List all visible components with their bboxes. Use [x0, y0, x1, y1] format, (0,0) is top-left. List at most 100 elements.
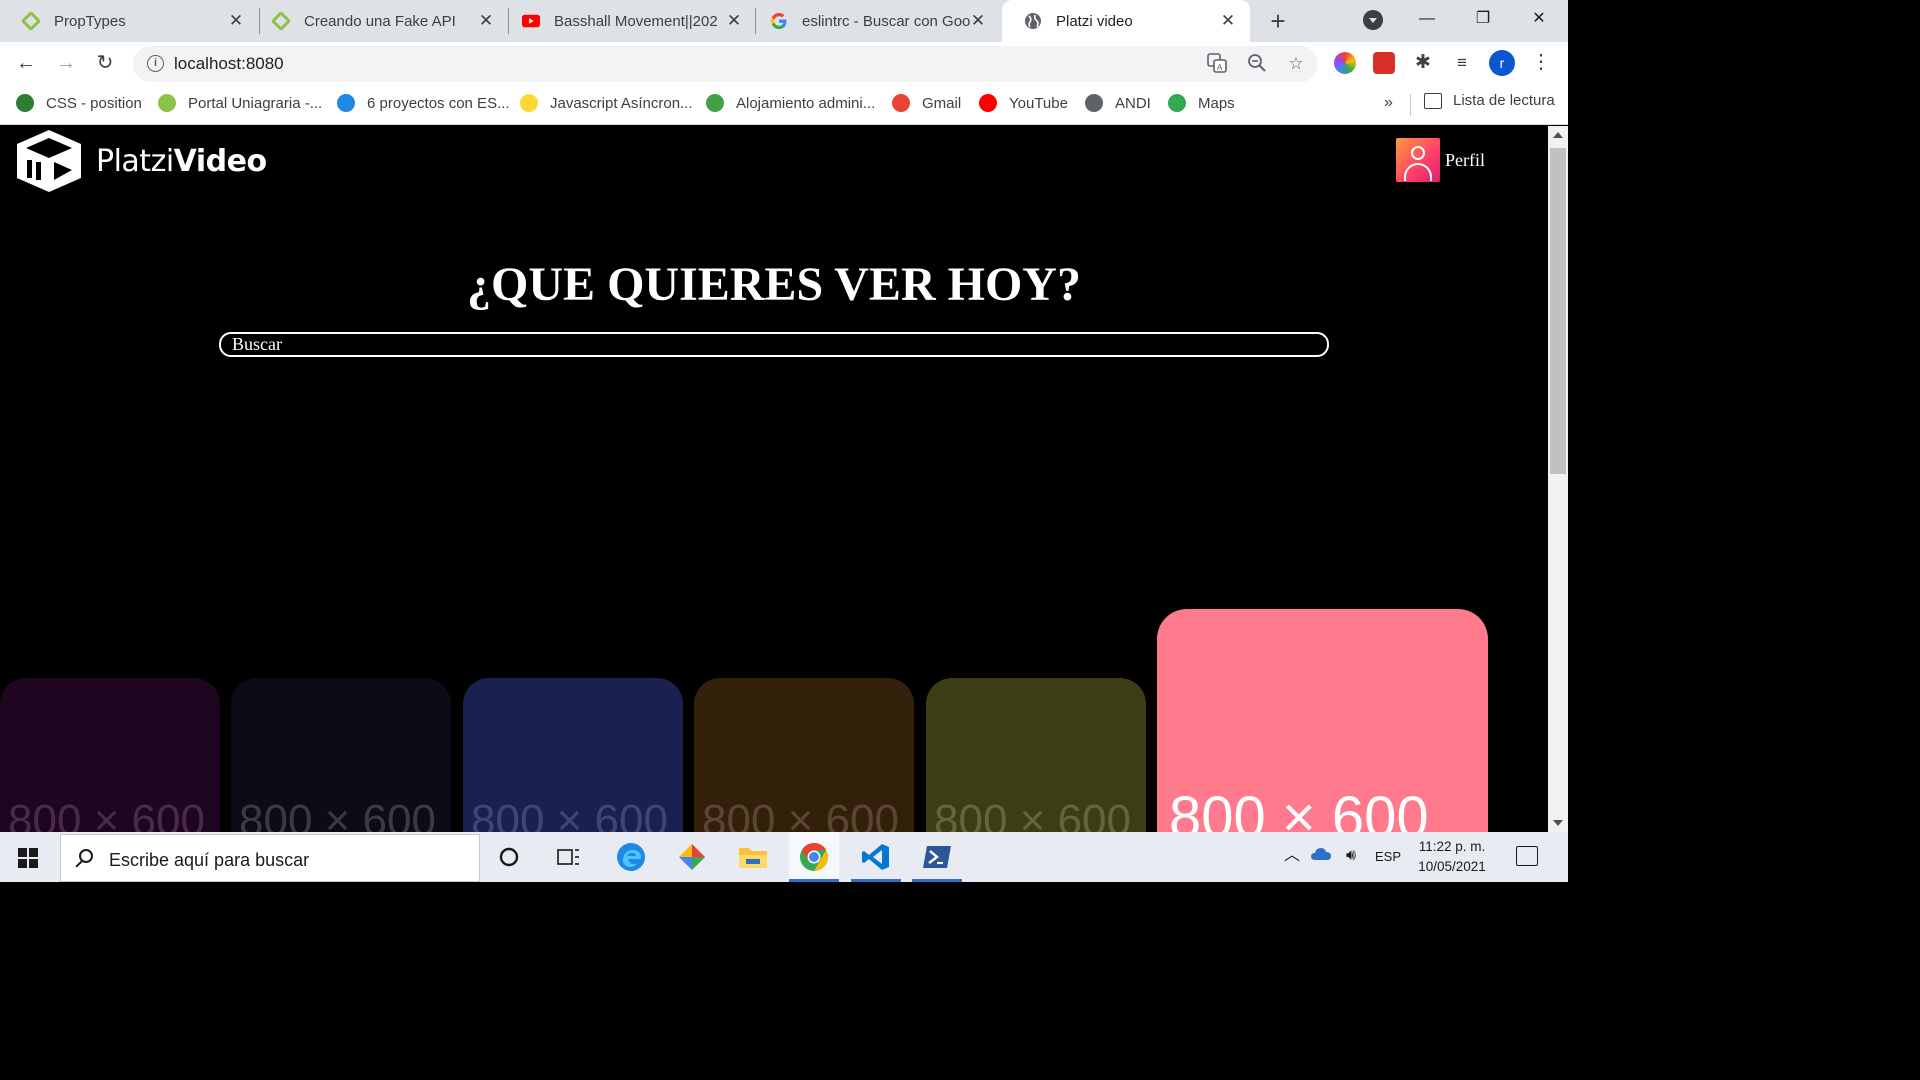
gmail-bookmark-icon [892, 94, 910, 112]
bookmark-item[interactable]: Gmail [892, 92, 961, 114]
bookmark-item[interactable]: Javascript Asíncron... [520, 92, 693, 114]
profile-menu[interactable]: Perfil [1396, 138, 1485, 182]
bookmark-item[interactable]: ANDI [1085, 92, 1151, 114]
new-tab-button[interactable]: + [1264, 7, 1292, 35]
bookmark-label: YouTube [1009, 94, 1068, 112]
bookmark-label: 6 proyectos con ES... [367, 94, 510, 112]
carousel-item[interactable]: 800 × 600 [0, 678, 220, 832]
extension-icon[interactable] [1373, 52, 1395, 74]
bookmark-label: Maps [1198, 94, 1235, 112]
bookmark-label: ANDI [1115, 94, 1151, 112]
carousel-item[interactable]: 800 × 600 [463, 678, 683, 832]
windows-taskbar: Escribe aquí para buscar ︿ 🔊︎ ESP 11:22 … [0, 832, 1568, 882]
scrollbar-thumb[interactable] [1550, 148, 1566, 474]
edge-icon[interactable] [606, 832, 656, 882]
bookmark-star-icon[interactable]: ☆ [1285, 53, 1307, 75]
tab-proptypes[interactable]: PropTypes ✕ [0, 0, 258, 42]
show-hidden-icons-chevron-icon[interactable]: ︿ [1282, 846, 1302, 866]
tab-search-icon[interactable] [1363, 10, 1383, 30]
browser-menu-icon[interactable]: ⋮ [1531, 51, 1551, 75]
powershell-icon[interactable] [912, 832, 962, 882]
vscode-icon[interactable] [851, 832, 901, 882]
bookmark-item[interactable]: Maps [1168, 92, 1235, 114]
bookmarks-bar: » Lista de lectura CSS - position Portal … [0, 84, 1568, 125]
carousel-item-hovered[interactable]: 800 × 600 [1157, 609, 1488, 832]
forward-arrow-icon[interactable]: → [54, 51, 78, 75]
search-input[interactable]: Buscar [219, 332, 1329, 357]
onedrive-icon[interactable] [1309, 846, 1333, 866]
mongodb-bookmark-icon [706, 94, 724, 112]
back-arrow-icon[interactable]: ← [14, 51, 38, 75]
bookmark-label: Portal Uniagraria -... [188, 94, 323, 112]
reading-list-button[interactable]: Lista de lectura [1424, 92, 1555, 109]
bookmark-item[interactable]: Portal Uniagraria -... [158, 92, 322, 114]
maps-bookmark-icon [1168, 94, 1186, 112]
file-explorer-icon[interactable] [728, 832, 778, 882]
svg-text:A: A [1217, 63, 1223, 72]
tab-fake-api[interactable]: Creando una Fake API ✕ [250, 0, 508, 42]
taskbar-search-placeholder: Escribe aquí para buscar [109, 850, 310, 870]
placeholder-size-label: 800 × 600 [8, 796, 205, 832]
taskbar-search-box[interactable]: Escribe aquí para buscar [60, 834, 480, 882]
reload-icon[interactable]: ↻ [93, 51, 117, 75]
scroll-up-icon[interactable] [1553, 132, 1563, 138]
browser-profile-avatar[interactable]: r [1489, 50, 1515, 76]
zoom-icon[interactable] [1246, 53, 1268, 75]
media-control-icon[interactable]: ≡ [1451, 52, 1473, 74]
scroll-down-icon[interactable] [1553, 820, 1563, 826]
search-icon [79, 849, 93, 863]
translate-icon[interactable]: A [1206, 53, 1228, 75]
tab-eslintrc[interactable]: eslintrc - Buscar con Goog ✕ [748, 0, 1000, 42]
globe-favicon-icon [1024, 12, 1042, 30]
platzi-video-logo[interactable]: PlatziVideo [14, 128, 267, 194]
carousel-item[interactable]: 800 × 600 [926, 678, 1146, 832]
color-picker-extension-icon[interactable] [1334, 52, 1356, 74]
cortana-icon[interactable] [484, 832, 534, 882]
bookmark-item[interactable]: YouTube [979, 92, 1068, 114]
notification-center-icon[interactable] [1516, 846, 1538, 866]
reading-list-label: Lista de lectura [1453, 92, 1555, 109]
bookmark-item[interactable]: 6 proyectos con ES... [337, 92, 510, 114]
clock-time: 11:22 p. m. [1418, 839, 1486, 854]
css-bookmark-icon [16, 94, 34, 112]
carousel-item[interactable]: 800 × 600 [231, 678, 451, 832]
placeholder-size-label: 800 × 600 [1169, 785, 1429, 832]
tab-title: Creando una Fake API [304, 12, 456, 30]
js-bookmark-icon [520, 94, 538, 112]
taskbar-clock[interactable]: 11:22 p. m. 10/05/2021 [1408, 837, 1496, 877]
tab-close-icon[interactable]: ✕ [476, 11, 496, 31]
windows-start-icon[interactable] [18, 848, 38, 868]
tab-close-icon[interactable]: ✕ [724, 11, 744, 31]
site-info-icon[interactable]: i [147, 55, 164, 72]
restore-button[interactable]: ❐ [1468, 6, 1498, 32]
tab-basshall[interactable]: Basshall Movement||2021 ✕ [500, 0, 756, 42]
close-window-button[interactable]: ✕ [1524, 6, 1554, 32]
puzzle-extensions-icon[interactable]: ✱ [1412, 52, 1434, 74]
bookmark-item[interactable]: Alojamiento admini... [706, 92, 875, 114]
tab-platzi-video[interactable]: Platzi video ✕ [1002, 0, 1250, 42]
page-scrollbar[interactable] [1548, 126, 1568, 832]
volume-icon[interactable]: 🔊︎ [1339, 846, 1363, 866]
minimize-button[interactable]: — [1412, 6, 1442, 32]
clock-date: 10/05/2021 [1418, 859, 1486, 874]
task-view-icon[interactable] [543, 832, 593, 882]
user-avatar-icon [1396, 138, 1440, 182]
carousel-item[interactable]: 800 × 600 [694, 678, 914, 832]
chrome-taskbar-icon[interactable] [789, 832, 839, 882]
bookmarks-overflow-icon[interactable]: » [1384, 94, 1393, 112]
tab-title: Basshall Movement||2021 [554, 12, 718, 30]
language-indicator[interactable]: ESP [1375, 849, 1401, 864]
tab-close-icon[interactable]: ✕ [1218, 11, 1238, 31]
address-bar[interactable]: i localhost:8080 A ☆ [133, 46, 1318, 82]
address-url[interactable]: localhost:8080 [174, 54, 284, 74]
placeholder-size-label: 800 × 600 [702, 796, 899, 832]
tab-close-icon[interactable]: ✕ [968, 11, 988, 31]
cube-logo-icon [17, 130, 81, 192]
platzi-favicon-icon [272, 12, 290, 30]
tower-git-icon[interactable] [667, 832, 717, 882]
bookmark-item[interactable]: CSS - position [16, 92, 142, 114]
google-favicon-icon [770, 12, 788, 30]
bookmark-label: Alojamiento admini... [736, 94, 876, 112]
tab-close-icon[interactable]: ✕ [226, 11, 246, 31]
profile-label: Perfil [1445, 149, 1485, 170]
